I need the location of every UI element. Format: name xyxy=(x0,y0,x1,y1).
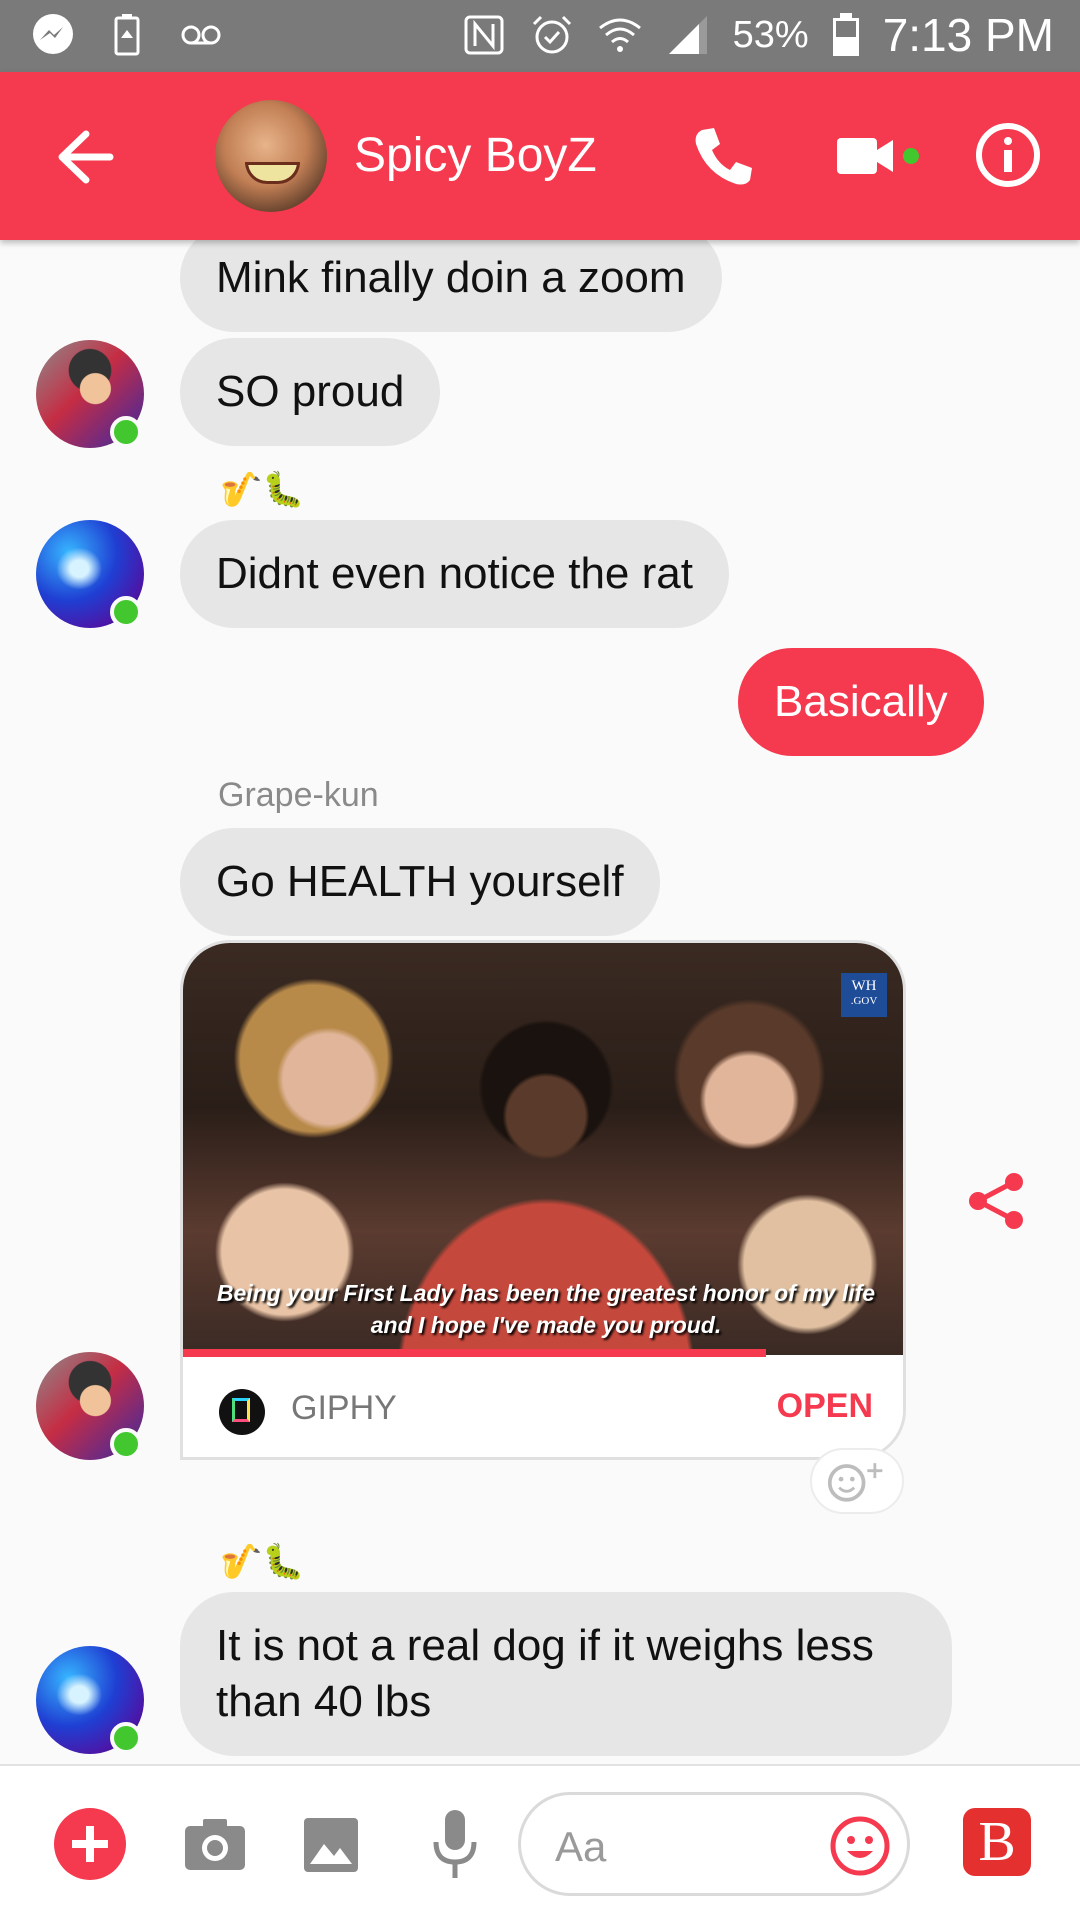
battery-icon xyxy=(832,13,859,56)
app-icon[interactable]: B xyxy=(963,1808,1031,1876)
online-status-dot xyxy=(110,416,142,448)
gif-caption: Being your First Lady has been the great… xyxy=(216,1280,876,1306)
emoji-icon[interactable] xyxy=(829,1815,891,1877)
back-arrow-icon[interactable] xyxy=(50,122,120,192)
online-status-dot xyxy=(110,596,142,628)
message-composer: Aa B xyxy=(0,1764,1080,1920)
online-status-dot xyxy=(110,1428,142,1460)
info-icon[interactable] xyxy=(975,122,1041,188)
gif-footer: GIPHY OPEN xyxy=(183,1357,903,1457)
message-bubble[interactable]: Mink finally doin a zoom xyxy=(180,224,722,332)
message-bubble[interactable]: Didnt even notice the rat xyxy=(180,520,729,628)
wifi-icon xyxy=(598,18,641,52)
image-icon[interactable] xyxy=(302,1816,360,1874)
voicemail-icon xyxy=(181,25,221,45)
my-message-bubble[interactable]: Basically xyxy=(738,648,984,756)
group-avatar[interactable] xyxy=(215,100,327,212)
camera-icon[interactable] xyxy=(183,1816,247,1872)
add-reaction-icon[interactable] xyxy=(810,1448,904,1514)
messenger-icon xyxy=(33,14,73,54)
signal-icon xyxy=(668,16,707,54)
message-input[interactable]: Aa xyxy=(518,1792,910,1896)
gif-image[interactable]: WH .GOV Being your First Lady has been t… xyxy=(183,943,903,1355)
avatar-photo-detail xyxy=(245,162,300,184)
message-reaction[interactable]: 🎷🐛 xyxy=(220,1542,305,1582)
status-bar: 53% 7:13 PM xyxy=(0,0,1080,72)
online-status-dot xyxy=(110,1722,142,1754)
nfc-icon xyxy=(464,15,504,55)
plus-icon[interactable] xyxy=(54,1808,126,1880)
microphone-icon[interactable] xyxy=(428,1806,482,1886)
phone-icon[interactable] xyxy=(688,122,758,192)
video-camera-icon[interactable] xyxy=(833,130,923,186)
open-link-button[interactable]: OPEN xyxy=(777,1387,873,1426)
conversation-header: Spicy BoyZ xyxy=(0,72,1080,240)
message-bubble[interactable]: Go HEALTH yourself xyxy=(180,828,660,936)
gif-attachment-card[interactable]: WH .GOV Being your First Lady has been t… xyxy=(180,940,906,1460)
share-icon[interactable] xyxy=(966,1170,1028,1232)
battery-saver-icon xyxy=(114,14,140,56)
provider-name: GIPHY xyxy=(291,1389,397,1427)
message-bubble[interactable]: SO proud xyxy=(180,338,441,446)
message-reaction[interactable]: 🎷🐛 xyxy=(220,470,305,510)
battery-percent: 53% xyxy=(732,13,809,56)
giphy-logo-icon xyxy=(219,1389,265,1435)
clock: 7:13 PM xyxy=(882,9,1054,61)
sender-name: Grape-kun xyxy=(218,776,379,814)
message-input-placeholder: Aa xyxy=(555,1823,607,1870)
gif-progress-bar xyxy=(183,1349,767,1357)
conversation-title[interactable]: Spicy BoyZ xyxy=(354,128,597,183)
message-bubble[interactable]: It is not a real dog if it weighs less t… xyxy=(180,1592,952,1756)
gif-caption: and I hope I've made you proud. xyxy=(370,1312,722,1338)
alarm-icon xyxy=(532,15,571,54)
whitehouse-watermark: WH .GOV xyxy=(841,973,887,1017)
